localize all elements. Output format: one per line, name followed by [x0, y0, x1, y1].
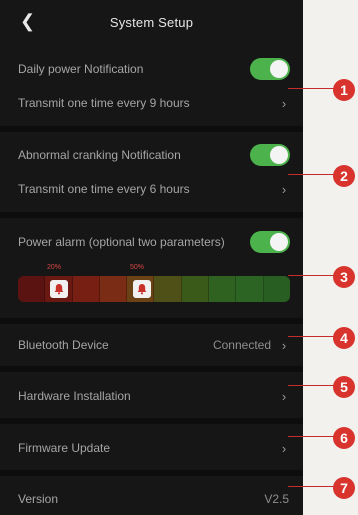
- power-scale-segment: [154, 276, 182, 302]
- daily-interval-row[interactable]: Transmit one time every 9 hours ›: [0, 86, 303, 120]
- chevron-right-icon: ›: [281, 440, 287, 456]
- bluetooth-status: Connected: [212, 338, 271, 352]
- alarm-percent-high: 50%: [130, 264, 145, 271]
- alarm-percent-low: 20%: [47, 264, 62, 271]
- divider: [0, 318, 303, 324]
- bluetooth-row[interactable]: Bluetooth Device Connected ›: [0, 328, 303, 362]
- power-scale-segment: [72, 276, 100, 302]
- callout-badge: 6: [333, 427, 355, 449]
- callout-line: [288, 174, 338, 175]
- callout-line: [288, 436, 338, 437]
- abnormal-cranking-toggle[interactable]: [250, 144, 290, 166]
- callout-line: [288, 486, 338, 487]
- divider: [0, 212, 303, 218]
- page-title: System Setup: [109, 14, 194, 30]
- callout-badge: 2: [333, 165, 355, 187]
- abnormal-interval-row[interactable]: Transmit one time every 6 hours ›: [0, 172, 303, 206]
- version-value: V2.5: [264, 492, 289, 506]
- bluetooth-label: Bluetooth Device: [18, 338, 109, 352]
- callout-line: [288, 336, 338, 337]
- callout-badge: 3: [333, 266, 355, 288]
- chevron-right-icon: ›: [281, 181, 287, 197]
- divider: [0, 418, 303, 424]
- daily-power-toggle[interactable]: [250, 58, 290, 80]
- callout-line: [288, 88, 338, 89]
- toggle-knob: [270, 60, 288, 78]
- bell-icon[interactable]: [133, 280, 151, 298]
- power-alarm-toggle[interactable]: [250, 231, 290, 253]
- bell-icon[interactable]: [50, 280, 68, 298]
- power-scale-segment: [209, 276, 237, 302]
- firmware-label: Firmware Update: [18, 441, 111, 455]
- header: ❮ System Setup: [0, 0, 303, 44]
- abnormal-interval-label: Transmit one time every 6 hours: [18, 182, 190, 196]
- callout-badge: 1: [333, 79, 355, 101]
- divider: [0, 366, 303, 372]
- power-scale-segment: [181, 276, 210, 302]
- power-scale-segment: [263, 276, 290, 302]
- daily-power-label: Daily power Notification: [18, 62, 144, 76]
- power-scale-segment: [99, 276, 128, 302]
- power-scale-segment: [236, 276, 264, 302]
- chevron-left-icon[interactable]: ❮: [20, 10, 42, 32]
- divider: [0, 126, 303, 132]
- hardware-label: Hardware Installation: [18, 389, 131, 403]
- phone-screen: ❮ System Setup Daily power Notification …: [0, 0, 303, 515]
- abnormal-cranking-label: Abnormal cranking Notification: [18, 148, 181, 162]
- chevron-right-icon: ›: [281, 95, 287, 111]
- version-row: Version V2.5: [0, 482, 303, 515]
- hardware-row[interactable]: Hardware Installation ›: [0, 379, 303, 413]
- version-label: Version: [18, 492, 59, 506]
- daily-interval-label: Transmit one time every 9 hours: [18, 96, 190, 110]
- callout-badge: 4: [333, 327, 355, 349]
- power-scale-segment: [18, 276, 46, 302]
- callout-badge: 5: [333, 376, 355, 398]
- toggle-knob: [270, 233, 288, 251]
- callout-line: [288, 385, 338, 386]
- divider: [0, 470, 303, 476]
- toggle-knob: [270, 146, 288, 164]
- chevron-right-icon: ›: [281, 337, 287, 353]
- power-alarm-label: Power alarm (optional two parameters): [18, 235, 225, 249]
- firmware-row[interactable]: Firmware Update ›: [0, 431, 303, 465]
- chevron-right-icon: ›: [281, 388, 287, 404]
- callout-badge: 7: [333, 477, 355, 499]
- callout-line: [288, 275, 338, 276]
